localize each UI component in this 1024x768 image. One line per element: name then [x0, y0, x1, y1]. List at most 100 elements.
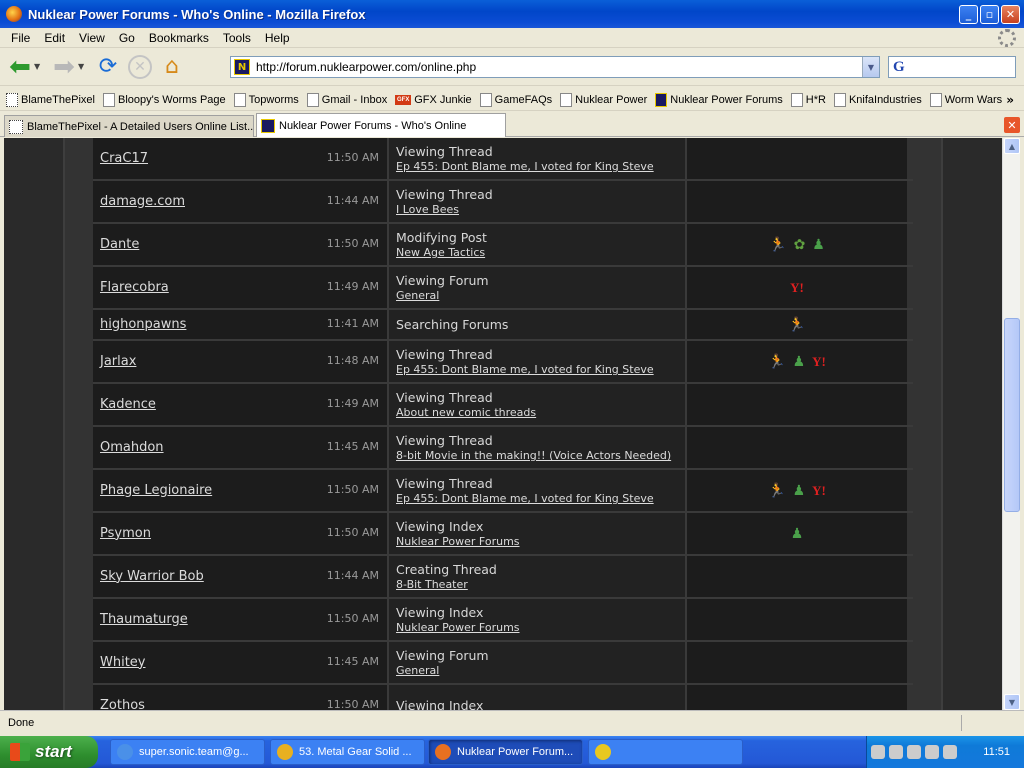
url-history-dropdown[interactable]: ▼ [862, 57, 879, 77]
username-link[interactable]: Flarecobra [100, 280, 169, 295]
username-link[interactable]: Dante [100, 237, 139, 252]
bookmark-item[interactable]: Nuklear Power [560, 92, 647, 107]
location-link[interactable]: Nuklear Power Forums [396, 621, 685, 634]
taskbar-button[interactable]: Nuklear Power Forum... [428, 739, 583, 765]
username-link[interactable]: Psymon [100, 526, 151, 541]
reload-icon[interactable]: ⟳ [94, 53, 122, 81]
bookmark-item[interactable]: Bloopy's Worms Page [102, 92, 226, 107]
yahoo-icon[interactable]: Y! [812, 483, 826, 499]
scroll-thumb[interactable] [1004, 318, 1020, 512]
address-bar[interactable]: N http://forum.nuklearpower.com/online.p… [230, 56, 880, 78]
location-link[interactable]: About new comic threads [396, 406, 685, 419]
location-link[interactable]: Nuklear Power Forums [396, 535, 685, 548]
scroll-up-icon[interactable]: ▲ [1004, 138, 1020, 154]
vertical-scrollbar[interactable]: ▲ ▼ [1002, 138, 1020, 710]
bookmark-item[interactable]: Topworms [233, 92, 299, 107]
menu-edit[interactable]: Edit [37, 31, 72, 45]
menu-bookmarks[interactable]: Bookmarks [142, 31, 216, 45]
msn-icon[interactable]: ♟ [793, 483, 806, 499]
username-link[interactable]: damage.com [100, 194, 185, 209]
user-cell: highonpawns 11:41 AM [93, 310, 389, 339]
bookmark-label: GFX Junkie [414, 93, 472, 106]
minimize-button[interactable]: _ [959, 5, 978, 24]
forward-arrow-icon[interactable]: ➡ [50, 52, 78, 82]
username-link[interactable]: highonpawns [100, 317, 186, 332]
url-text[interactable]: http://forum.nuklearpower.com/online.php [256, 60, 476, 74]
location-link[interactable]: Ep 455: Dont Blame me, I voted for King … [396, 492, 685, 505]
bookmark-item[interactable]: Nuklear Power Forums [655, 92, 783, 107]
bookmark-item[interactable]: GFX GFX Junkie [395, 93, 472, 106]
tray-network-icon[interactable] [871, 745, 885, 759]
back-history-dropdown[interactable]: ▼ [34, 62, 44, 71]
username-link[interactable]: Kadence [100, 397, 156, 412]
tray-security-icon[interactable] [925, 745, 939, 759]
username-link[interactable]: Phage Legionaire [100, 483, 212, 498]
tray-update-icon[interactable] [943, 745, 957, 759]
tray-messenger-icon[interactable] [907, 745, 921, 759]
home-icon[interactable]: ⌂ [158, 53, 186, 81]
username-link[interactable]: CraC17 [100, 151, 148, 166]
location-link[interactable]: General [396, 664, 685, 677]
bookmark-item[interactable]: BlameThePixel [6, 92, 95, 107]
username-link[interactable]: Zothos [100, 698, 145, 711]
stop-icon[interactable]: ✕ [128, 54, 152, 79]
activity-text: Viewing Index [396, 605, 484, 620]
location-link[interactable]: I Love Bees [396, 203, 685, 216]
forward-history-dropdown[interactable]: ▼ [78, 62, 88, 71]
more-bookmarks-chevron-icon[interactable]: » [1006, 93, 1014, 107]
close-button[interactable]: ✕ [1001, 5, 1020, 24]
menu-file[interactable]: File [4, 31, 37, 45]
taskbar-button[interactable]: super.sonic.team@g... [110, 739, 265, 765]
menu-tools[interactable]: Tools [216, 31, 258, 45]
close-tab-icon[interactable]: ✕ [1004, 117, 1020, 133]
menu-view[interactable]: View [72, 31, 112, 45]
window-titlebar[interactable]: Nuklear Power Forums - Who's Online - Mo… [0, 0, 1024, 28]
maximize-button[interactable]: ▫ [980, 5, 999, 24]
location-cell: Creating Thread 8-Bit Theater [389, 556, 687, 597]
start-button[interactable]: start [0, 736, 98, 768]
location-link[interactable]: New Age Tactics [396, 246, 685, 259]
last-activity-time: 11:50 AM [326, 611, 379, 625]
google-search-icon[interactable]: G [893, 59, 905, 76]
tab-blamethepixel[interactable]: BlameThePixel - A Detailed Users Online … [4, 115, 254, 137]
location-link[interactable]: 8-bit Movie in the making!! (Voice Actor… [396, 449, 685, 462]
taskbar-button[interactable] [588, 739, 743, 765]
bookmark-item[interactable]: GameFAQs [479, 92, 552, 107]
back-arrow-icon[interactable]: ⬅ [6, 52, 34, 82]
aim-icon[interactable]: 🏃 [768, 483, 785, 499]
msn-icon[interactable]: ♟ [793, 354, 806, 370]
menu-go[interactable]: Go [112, 31, 142, 45]
yahoo-icon[interactable]: Y! [812, 354, 826, 370]
bookmark-item[interactable]: H*R [790, 92, 826, 107]
username-link[interactable]: Omahdon [100, 440, 164, 455]
location-link[interactable]: 8-Bit Theater [396, 578, 685, 591]
username-link[interactable]: Sky Warrior Bob [100, 569, 204, 584]
aim-icon[interactable]: 🏃 [768, 354, 785, 370]
bookmark-item[interactable]: KnifaIndustries [833, 92, 922, 107]
bookmark-page-icon [560, 92, 573, 107]
menu-help[interactable]: Help [258, 31, 297, 45]
location-cell: Viewing Thread Ep 455: Dont Blame me, I v… [389, 470, 687, 511]
search-box[interactable]: G [888, 56, 1016, 78]
username-link[interactable]: Jarlax [100, 354, 136, 369]
tray-volume-icon[interactable] [889, 745, 903, 759]
bookmark-item[interactable]: Worm Wars [929, 92, 1002, 107]
location-link[interactable]: General [396, 289, 685, 302]
messenger-icons-cell: Y! [687, 267, 907, 308]
location-cell: Viewing Index [389, 685, 687, 710]
location-cell: Modifying Post New Age Tactics [389, 224, 687, 265]
username-link[interactable]: Thaumaturge [100, 612, 188, 627]
tab-nuklear-power-forums[interactable]: Nuklear Power Forums - Who's Online [256, 113, 506, 137]
icq-icon[interactable]: ✿ [794, 237, 806, 253]
msn-icon[interactable]: ♟ [812, 237, 825, 253]
scroll-down-icon[interactable]: ▼ [1004, 694, 1020, 710]
location-link[interactable]: Ep 455: Dont Blame me, I voted for King … [396, 363, 685, 376]
aim-icon[interactable]: 🏃 [788, 317, 805, 333]
taskbar-button[interactable]: 53. Metal Gear Solid ... [270, 739, 425, 765]
aim-icon[interactable]: 🏃 [769, 237, 786, 253]
username-link[interactable]: Whitey [100, 655, 146, 670]
bookmark-item[interactable]: Gmail - Inbox [306, 92, 387, 107]
yahoo-icon[interactable]: Y! [790, 280, 804, 296]
msn-icon[interactable]: ♟ [791, 526, 804, 542]
location-link[interactable]: Ep 455: Dont Blame me, I voted for King … [396, 160, 685, 173]
